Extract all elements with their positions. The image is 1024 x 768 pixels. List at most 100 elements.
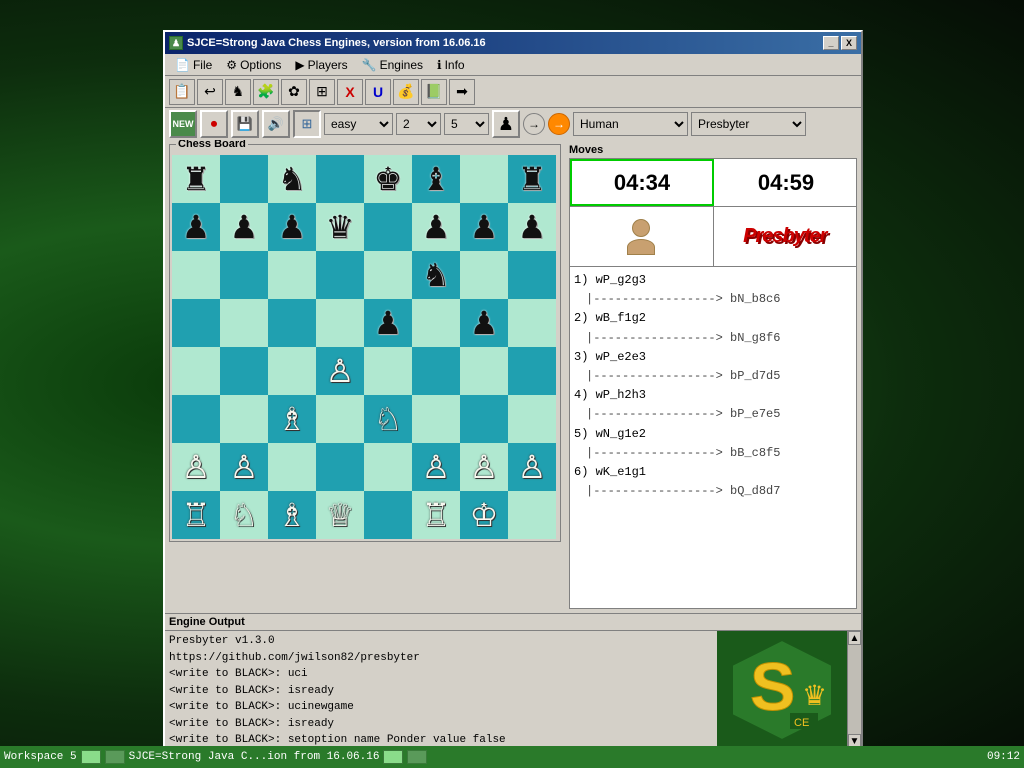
menu-options[interactable]: ⚙ Options (220, 56, 287, 74)
board-cell[interactable]: ♘ (220, 491, 268, 539)
depth2-select[interactable]: 5 1 2 3 4 (444, 113, 489, 135)
board-cell[interactable]: ♝ (412, 155, 460, 203)
minimize-button[interactable]: _ (823, 36, 839, 50)
board-cell[interactable]: ♟ (460, 299, 508, 347)
board-cell[interactable]: ♖ (172, 491, 220, 539)
board-cell[interactable]: ♔ (460, 491, 508, 539)
board-cell[interactable]: ♖ (412, 491, 460, 539)
board-icon-button[interactable]: ♟ (492, 110, 520, 138)
board-cell[interactable] (220, 395, 268, 443)
board-cell[interactable] (220, 299, 268, 347)
toolbar-btn-grid[interactable]: ⊞ (309, 79, 335, 105)
board-cell[interactable]: ♜ (172, 155, 220, 203)
close-button[interactable]: X (841, 36, 857, 50)
toolbar-btn-filter[interactable]: 🧩 (253, 79, 279, 105)
toolbar-btn-book[interactable]: 📗 (421, 79, 447, 105)
new-game-button[interactable]: NEW (169, 110, 197, 138)
prev-move-button[interactable]: → (523, 113, 545, 135)
board-cell[interactable] (268, 443, 316, 491)
board-cell[interactable] (316, 251, 364, 299)
board-cell[interactable] (412, 395, 460, 443)
toolbar-btn-coins[interactable]: 💰 (393, 79, 419, 105)
board-cell[interactable] (412, 347, 460, 395)
board-cell[interactable]: ♟ (508, 203, 556, 251)
board-cell[interactable] (172, 251, 220, 299)
board-cell[interactable] (460, 347, 508, 395)
next-move-button[interactable]: → (548, 113, 570, 135)
scroll-up-arrow[interactable]: ▲ (848, 631, 861, 645)
board-cell[interactable] (316, 155, 364, 203)
engine-scrollbar[interactable]: ▲ ▼ (847, 631, 861, 748)
toolbar-btn-flower[interactable]: ✿ (281, 79, 307, 105)
board-cell[interactable] (172, 347, 220, 395)
board-cell[interactable]: ♗ (268, 491, 316, 539)
workspace-indicator-1[interactable] (81, 750, 101, 764)
task-label[interactable]: SJCE=Strong Java C...ion from 16.06.16 (129, 751, 380, 763)
save-button[interactable]: 💾 (231, 110, 259, 138)
toolbar-btn-knight[interactable]: ♞ (225, 79, 251, 105)
board-cell[interactable]: ♕ (316, 491, 364, 539)
board-cell[interactable] (508, 347, 556, 395)
board-cell[interactable]: ♙ (220, 443, 268, 491)
board-cell[interactable]: ♘ (364, 395, 412, 443)
board-cell[interactable] (316, 443, 364, 491)
toolbar-btn-arrow[interactable]: ➡ (449, 79, 475, 105)
menu-info[interactable]: ℹ Info (431, 56, 471, 74)
board-cell[interactable]: ♟ (412, 203, 460, 251)
board-cell[interactable]: ♙ (316, 347, 364, 395)
depth1-select[interactable]: 2 1 3 4 5 (396, 113, 441, 135)
chess-board[interactable]: ♜♞♚♝♜♟♟♟♛♟♟♟♞♟♟♙♗♘♙♙♙♙♙♖♘♗♕♖♔ (172, 155, 556, 539)
board-cell[interactable] (172, 395, 220, 443)
board-cell[interactable] (220, 251, 268, 299)
board-cell[interactable]: ♙ (460, 443, 508, 491)
toolbar-btn-log[interactable]: 📋 (169, 79, 195, 105)
menu-file[interactable]: 📄 File (169, 56, 218, 74)
board-cell[interactable] (508, 299, 556, 347)
board-view-button[interactable]: ⊞ (293, 110, 321, 138)
board-cell[interactable] (364, 203, 412, 251)
board-cell[interactable]: ♟ (364, 299, 412, 347)
board-cell[interactable]: ♟ (268, 203, 316, 251)
board-cell[interactable]: ♗ (268, 395, 316, 443)
board-cell[interactable] (460, 251, 508, 299)
menu-engines[interactable]: 🔧 Engines (356, 56, 429, 74)
board-cell[interactable]: ♟ (172, 203, 220, 251)
board-cell[interactable] (460, 155, 508, 203)
board-cell[interactable]: ♙ (508, 443, 556, 491)
board-cell[interactable] (220, 155, 268, 203)
board-cell[interactable]: ♞ (268, 155, 316, 203)
engine-select[interactable]: Presbyter Stockfish (691, 112, 806, 136)
difficulty-select[interactable]: easy medium hard (324, 113, 393, 135)
board-cell[interactable] (508, 251, 556, 299)
board-cell[interactable] (268, 347, 316, 395)
board-cell[interactable] (364, 443, 412, 491)
board-cell[interactable] (364, 347, 412, 395)
board-cell[interactable] (460, 395, 508, 443)
board-cell[interactable]: ♛ (316, 203, 364, 251)
board-cell[interactable] (508, 395, 556, 443)
board-cell[interactable] (172, 299, 220, 347)
board-cell[interactable] (364, 251, 412, 299)
workspace-indicator-2[interactable] (105, 750, 125, 764)
board-cell[interactable] (316, 299, 364, 347)
stop-button[interactable]: ⏺ (200, 110, 228, 138)
board-cell[interactable] (316, 395, 364, 443)
board-cell[interactable]: ♜ (508, 155, 556, 203)
board-cell[interactable]: ♞ (412, 251, 460, 299)
board-cell[interactable] (508, 491, 556, 539)
white-player-select[interactable]: Human Computer (573, 112, 688, 136)
menu-players[interactable]: ▶ Players (289, 56, 353, 74)
board-cell[interactable]: ♟ (220, 203, 268, 251)
board-cell[interactable] (364, 491, 412, 539)
toolbar-btn-undo[interactable]: ↩ (197, 79, 223, 105)
board-cell[interactable] (268, 299, 316, 347)
board-cell[interactable]: ♙ (412, 443, 460, 491)
toolbar-btn-x[interactable]: X (337, 79, 363, 105)
board-cell[interactable] (412, 299, 460, 347)
toolbar-btn-u[interactable]: U (365, 79, 391, 105)
board-cell[interactable]: ♙ (172, 443, 220, 491)
board-cell[interactable]: ♚ (364, 155, 412, 203)
board-cell[interactable] (268, 251, 316, 299)
board-cell[interactable] (220, 347, 268, 395)
speaker-button[interactable]: 🔊 (262, 110, 290, 138)
